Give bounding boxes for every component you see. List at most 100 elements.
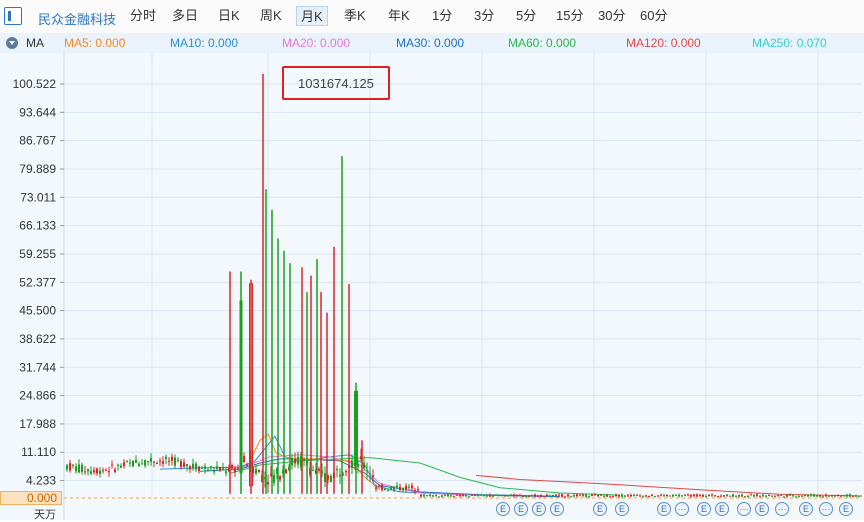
small-candle-body — [123, 462, 125, 467]
small-candle-body — [819, 495, 821, 497]
more-events-icon[interactable]: ··· — [775, 502, 789, 516]
small-candle-body — [390, 486, 392, 491]
stock-name[interactable]: 民众金融科技 — [38, 9, 116, 28]
small-candle-body — [525, 495, 527, 497]
small-candle-body — [366, 470, 368, 472]
small-candle-body — [318, 468, 320, 471]
collapse-ma-icon[interactable] — [6, 37, 18, 49]
tab-60min[interactable]: 60分 — [636, 6, 671, 26]
small-candle-body — [654, 495, 656, 497]
small-candle-body — [549, 495, 551, 497]
tab-monthly-k[interactable]: 月K — [296, 6, 328, 26]
more-events-icon[interactable]: ··· — [675, 502, 689, 516]
small-candle-body — [198, 466, 200, 472]
small-candle-body — [273, 474, 275, 483]
small-candle-body — [786, 494, 788, 497]
small-candle-body — [339, 474, 341, 477]
event-marker-icon[interactable]: E — [657, 502, 671, 516]
tab-yearly-k[interactable]: 年K — [384, 6, 414, 26]
small-candle-body — [501, 494, 503, 496]
small-candle-body — [423, 494, 425, 497]
tab-quarterly-k[interactable]: 季K — [340, 6, 370, 26]
small-candle-body — [711, 494, 713, 496]
event-marker-icon[interactable]: E — [715, 502, 729, 516]
small-candle-body — [672, 494, 674, 497]
small-candle-body — [633, 494, 635, 497]
event-marker-icon[interactable]: E — [550, 502, 564, 516]
y-tick-label: 4.233 — [26, 474, 56, 488]
more-events-icon[interactable]: ··· — [819, 502, 833, 516]
tab-multi-day[interactable]: 多日 — [168, 6, 202, 26]
small-candle-body — [807, 494, 809, 497]
event-marker-icon[interactable]: E — [593, 502, 607, 516]
panel-toggle-icon[interactable] — [4, 7, 22, 25]
small-candle-body — [732, 494, 734, 497]
small-candle-body — [522, 496, 524, 498]
small-candle-body — [312, 470, 314, 472]
kline-chart-svg[interactable]: 100.522 93.644 86.767 79.889 73.011 66.133 59.… — [0, 53, 864, 520]
small-candle-body — [465, 495, 467, 497]
tab-daily-k[interactable]: 日K — [214, 6, 244, 26]
small-candle-body — [234, 468, 236, 473]
small-candle-body — [648, 496, 650, 498]
small-candle-body — [492, 494, 494, 497]
small-candle-body — [195, 463, 197, 470]
small-candle-body — [438, 496, 440, 498]
small-candle-body — [441, 495, 443, 497]
tab-intraday[interactable]: 分时 — [126, 6, 160, 26]
small-candle-body — [618, 495, 620, 497]
tab-30min[interactable]: 30分 — [594, 6, 629, 26]
small-candle-body — [201, 467, 203, 469]
small-candle-body — [255, 469, 257, 474]
small-candle-body — [669, 495, 671, 497]
small-candle-body — [66, 465, 68, 470]
small-candle-body — [564, 496, 566, 498]
small-candle-body — [696, 494, 698, 497]
small-candle-body — [681, 495, 683, 497]
small-candle-body — [816, 495, 818, 497]
small-candle-body — [435, 495, 437, 497]
y-tick-label: 73.011 — [20, 190, 56, 204]
tab-5min[interactable]: 5分 — [512, 6, 540, 26]
small-candle-body — [393, 487, 395, 491]
small-candle-body — [177, 459, 179, 461]
small-candle-body — [702, 494, 704, 497]
small-candle-body — [714, 495, 716, 497]
event-marker-icon[interactable]: E — [755, 502, 769, 516]
event-marker-icon[interactable]: E — [697, 502, 711, 516]
small-candle-body — [384, 488, 386, 490]
small-candle-body — [126, 461, 128, 463]
small-candle-body — [477, 494, 479, 497]
ma60-value: MA60: 0.000 — [508, 36, 577, 50]
small-candle-body — [705, 496, 707, 498]
small-candle-body — [828, 495, 830, 497]
tab-1min[interactable]: 1分 — [428, 6, 456, 26]
event-marker-icon[interactable]: E — [799, 502, 813, 516]
kline-chart[interactable]: 100.522 93.644 86.767 79.889 73.011 66.133 59.… — [0, 53, 864, 520]
tab-3min[interactable]: 3分 — [470, 6, 498, 26]
small-candle-body — [216, 466, 218, 469]
small-candle-body — [744, 496, 746, 498]
small-candle-body — [363, 462, 365, 469]
small-candle-body — [516, 495, 518, 497]
event-marker-icon[interactable]: E — [615, 502, 629, 516]
small-candle-body — [138, 464, 140, 467]
more-events-icon[interactable]: ··· — [737, 502, 751, 516]
small-candle-body — [105, 469, 107, 471]
small-candle-body — [102, 470, 104, 472]
y-axis: 100.522 93.644 86.767 79.889 73.011 66.133 59.… — [13, 53, 65, 520]
small-candle-body — [708, 494, 710, 496]
small-candle-body — [666, 495, 668, 497]
small-candle-body — [213, 471, 215, 473]
small-candle-body — [678, 494, 680, 497]
ma-line — [229, 457, 621, 496]
tab-15min[interactable]: 15分 — [552, 6, 587, 26]
event-marker-icon[interactable]: E — [839, 502, 853, 516]
event-marker-icon[interactable]: E — [532, 502, 546, 516]
event-marker-icon[interactable]: E — [514, 502, 528, 516]
small-candle-body — [129, 462, 131, 464]
ma-label[interactable]: MA — [26, 36, 44, 50]
small-candle-body — [330, 475, 332, 483]
event-marker-icon[interactable]: E — [496, 502, 510, 516]
tab-weekly-k[interactable]: 周K — [256, 6, 286, 26]
